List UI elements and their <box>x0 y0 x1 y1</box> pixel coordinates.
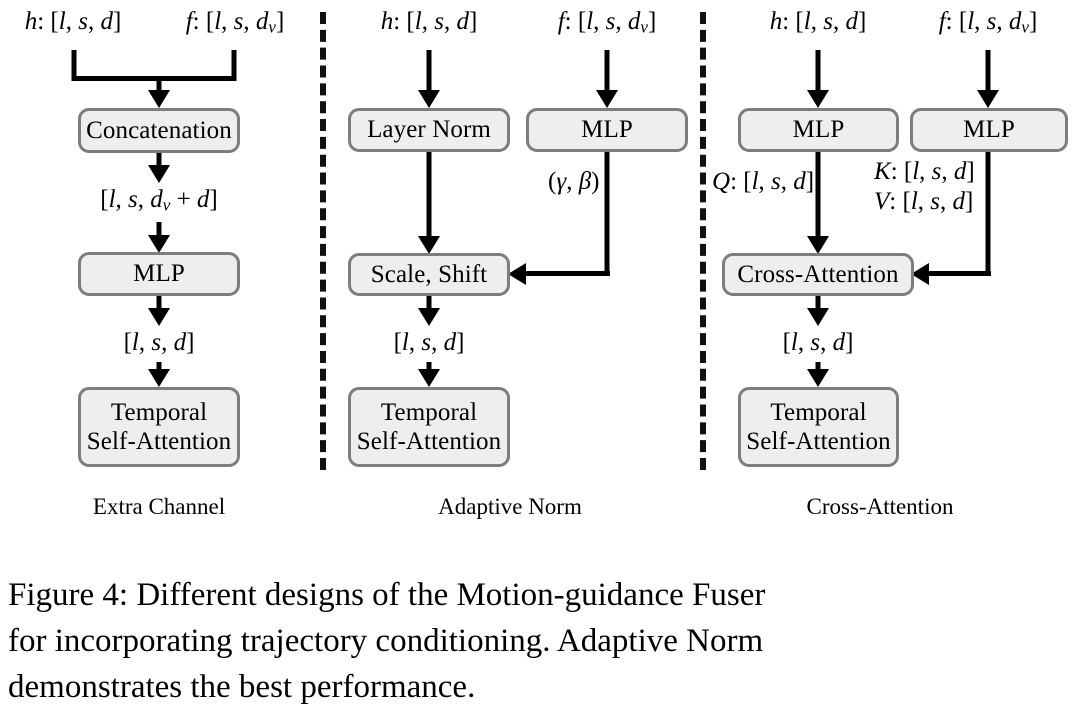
col2-f-to-mlp-arrow <box>596 90 618 108</box>
col1-concat-out-arrow <box>148 165 170 183</box>
col3-h-to-mlp-line <box>815 50 821 94</box>
col3-h-input-label: h: [l, s, d] <box>769 8 867 35</box>
node-layer-norm[interactable]: Layer Norm <box>348 108 510 152</box>
node-tsa-adaptive-label-line1: Temporal <box>380 398 478 426</box>
node-tsa-cross-label-line1: Temporal <box>770 398 867 426</box>
figure-caption: Figure 4: Different designs of the Motio… <box>8 572 1070 711</box>
diagram-canvas: h: [l, s, d] f: [l, s, dv] Concatenation… <box>0 0 1080 519</box>
node-mlp-query[interactable]: MLP <box>738 108 899 152</box>
node-concatenation[interactable]: Concatenation <box>78 108 240 153</box>
node-tsa-adaptive-label-line2: Self-Attention <box>356 428 502 455</box>
col2-mlp-elbow-arrow <box>508 263 526 285</box>
column-divider-2 <box>700 12 706 470</box>
node-temporal-self-attention-adaptive-norm[interactable]: Temporal Self-Attention <box>348 387 510 467</box>
node-mlp-keyvalue[interactable]: MLP <box>910 108 1068 152</box>
col2-gamma-beta-label: (γ, β) <box>548 168 600 195</box>
col1-bracket-to-concat-arrow <box>148 90 170 108</box>
col2-f-to-mlp-line <box>604 50 610 94</box>
col3-crossattn-out-shape-label: [l, s, d] <box>782 329 854 356</box>
node-scale-shift[interactable]: Scale, Shift <box>348 253 510 296</box>
node-mlp-adaptive-norm[interactable]: MLP <box>526 108 688 152</box>
col2-h-to-layernorm-line <box>426 50 432 94</box>
col3-k-shape-label: K: [l, s, d] <box>874 158 975 185</box>
col1-shape-to-tsa-arrow <box>148 369 170 387</box>
node-temporal-self-attention-extra-channel[interactable]: Temporal Self-Attention <box>78 387 240 467</box>
col2-scaleshift-out-arrow <box>418 308 440 326</box>
col2-h-to-layernorm-arrow <box>418 90 440 108</box>
col1-h-input-label: h: [l, s, d] <box>24 8 122 35</box>
node-layer-norm-label: Layer Norm <box>367 116 491 143</box>
variant-caption-cross-attention: Cross-Attention <box>806 494 954 519</box>
col3-f-to-mlp-line <box>985 50 991 94</box>
col3-mlp-to-crossattn-arrow <box>807 236 829 254</box>
col2-f-input-label: f: [l, s, dv] <box>557 8 657 37</box>
figure-caption-line-2: for incorporating trajectory conditionin… <box>8 623 764 660</box>
col3-crossattn-out-arrow <box>807 308 829 326</box>
node-scale-shift-label: Scale, Shift <box>370 260 488 288</box>
col3-shape-to-tsa-arrow <box>807 369 829 387</box>
col2-mlp-elbow-vertical <box>604 152 610 276</box>
col3-f-input-label: f: [l, s, dv] <box>938 8 1038 37</box>
col1-mlp-out-arrow <box>148 308 170 326</box>
col3-kv-elbow-horizontal <box>925 271 991 276</box>
figure-container: h: [l, s, d] f: [l, s, dv] Concatenation… <box>0 0 1080 724</box>
col2-mlp-elbow-horizontal <box>522 271 610 276</box>
variant-caption-adaptive-norm: Adaptive Norm <box>438 494 582 519</box>
node-tsa-label-line2: Self-Attention <box>86 428 232 455</box>
figure-caption-line-3: demonstrates the best performance. <box>8 669 476 706</box>
node-mlp-extra-channel[interactable]: MLP <box>78 252 240 296</box>
node-cross-attention-label: Cross-Attention <box>737 260 899 288</box>
node-mlp-query-label: MLP <box>792 116 845 143</box>
col3-v-shape-label: V: [l, s, d] <box>874 188 974 215</box>
col3-f-to-mlp-arrow <box>977 90 999 108</box>
col1-f-input-label: f: [l, s, dv] <box>185 8 285 37</box>
node-mlp-adaptive-norm-label: MLP <box>581 116 633 143</box>
col3-q-shape-label: Q: [l, s, d] <box>712 168 815 195</box>
node-cross-attention[interactable]: Cross-Attention <box>722 253 914 296</box>
col3-h-to-mlp-arrow <box>807 90 829 108</box>
col2-scaleshift-out-shape-label: [l, s, d] <box>393 329 465 356</box>
node-tsa-cross-label-line2: Self-Attention <box>746 428 891 455</box>
node-concatenation-label: Concatenation <box>86 116 232 144</box>
col2-layernorm-to-scaleshift-arrow <box>418 236 440 254</box>
column-divider-1 <box>320 12 326 470</box>
col1-bracket-bar <box>72 76 236 81</box>
node-mlp-keyvalue-label: MLP <box>963 116 1015 143</box>
variant-caption-extra-channel: Extra Channel <box>92 494 226 519</box>
col1-mlp-out-shape-label: [l, s, d] <box>123 329 195 356</box>
node-mlp-label: MLP <box>133 260 185 287</box>
col2-shape-to-tsa-arrow <box>418 369 440 387</box>
col2-h-input-label: h: [l, s, d] <box>380 8 478 35</box>
col3-kv-elbow-vertical <box>985 152 991 276</box>
figure-caption-line-1: Figure 4: Different designs of the Motio… <box>8 577 766 613</box>
node-temporal-self-attention-cross-attention[interactable]: Temporal Self-Attention <box>738 387 899 467</box>
col1-shape-to-mlp-arrow <box>148 235 170 253</box>
col1-concat-out-shape-label: [l, s, dv + d] <box>100 186 218 215</box>
col3-mlp-to-crossattn-line <box>815 152 821 242</box>
node-tsa-label-line1: Temporal <box>110 398 208 426</box>
col2-layernorm-to-scaleshift-line <box>426 152 432 242</box>
